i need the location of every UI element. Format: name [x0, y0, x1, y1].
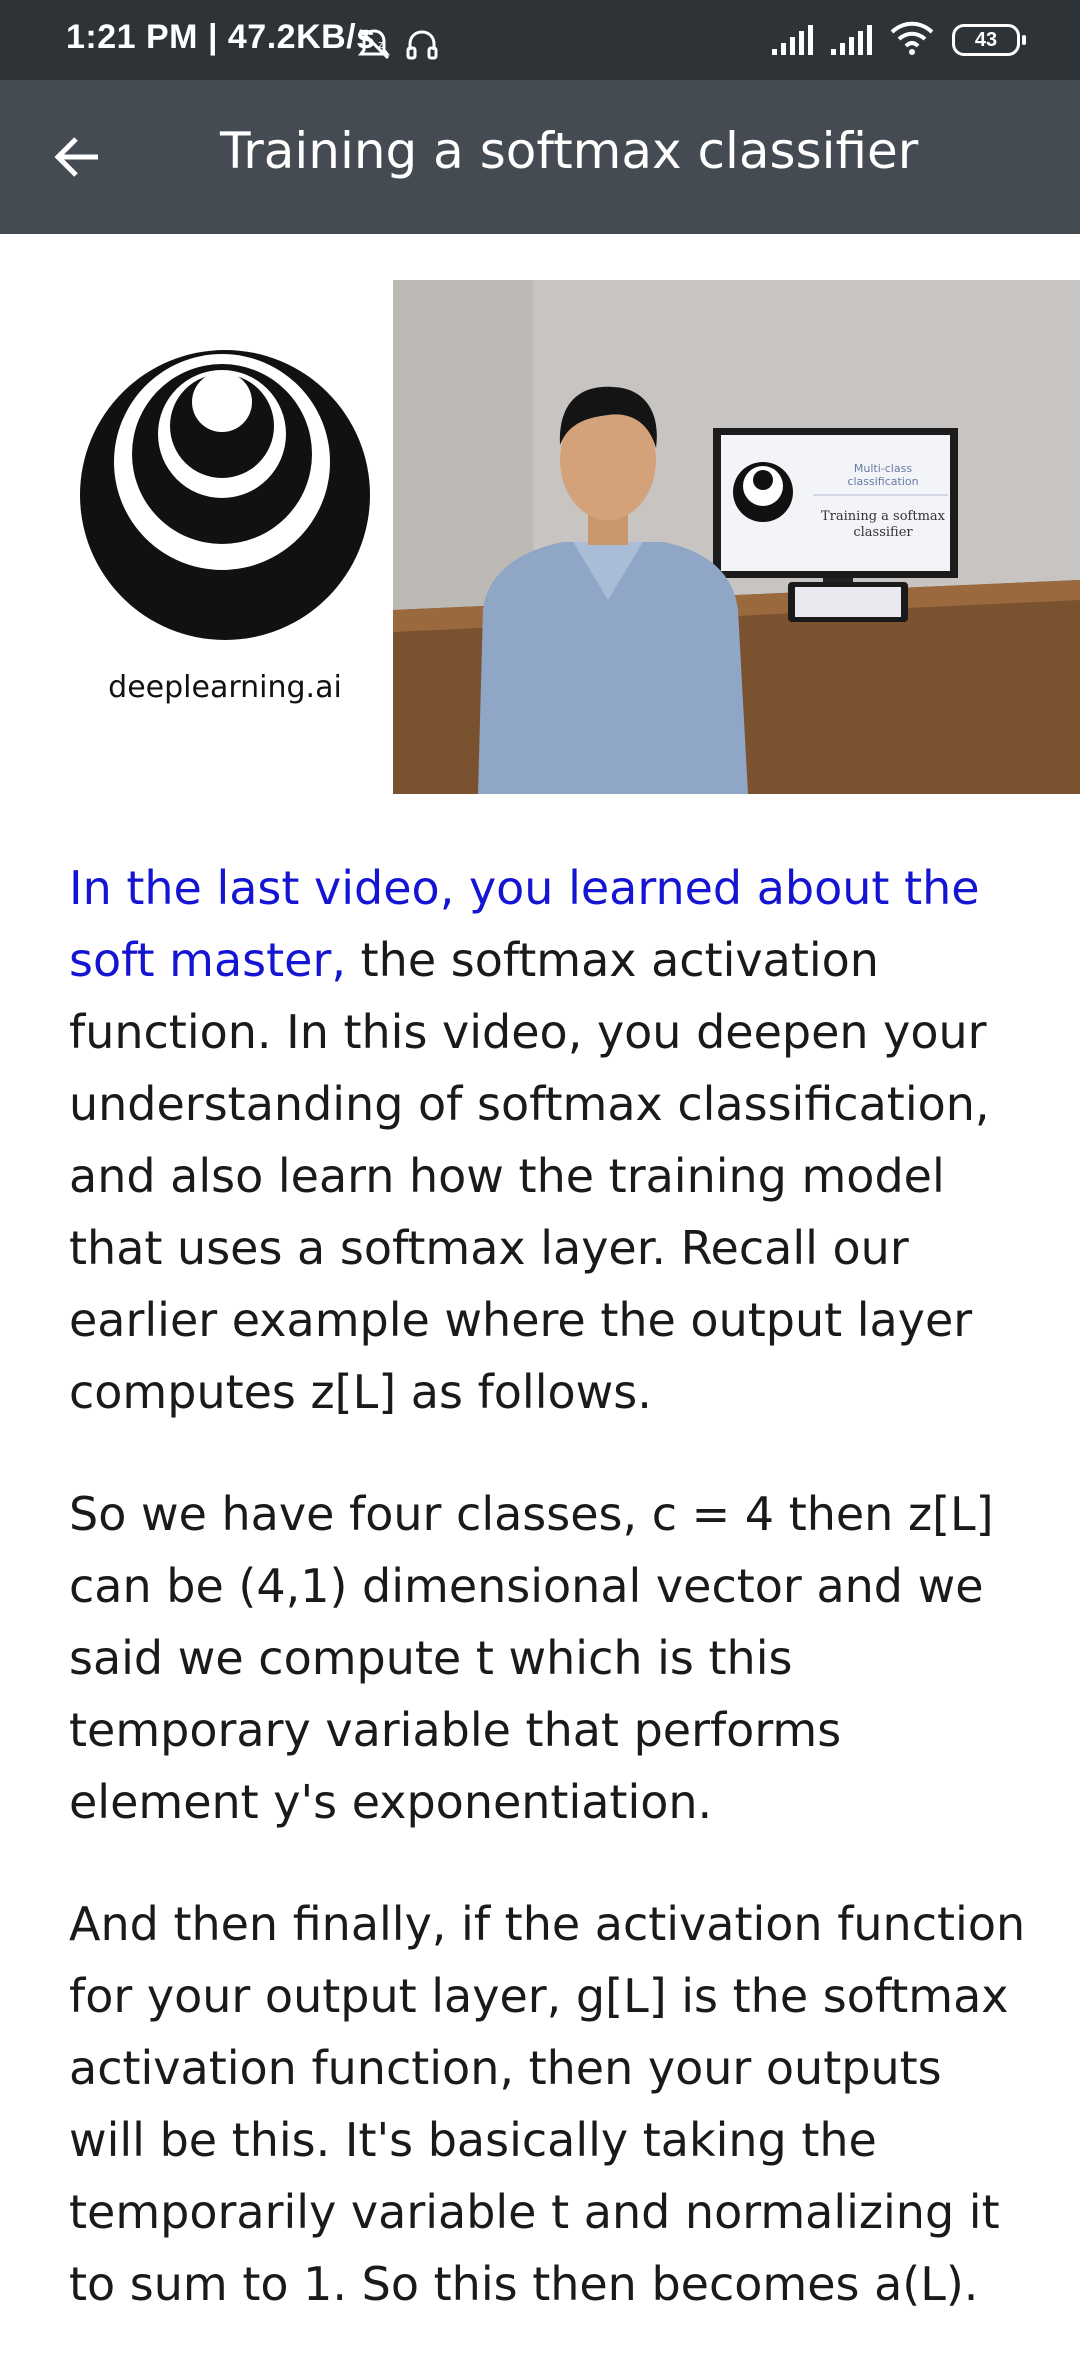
svg-text:classification: classification [847, 475, 918, 488]
status-icons: 43 [772, 18, 1026, 62]
transcript-paragraph[interactable]: And then finally, if the activation func… [69, 1888, 1029, 2320]
lecture-header-image: deeplearning.ai Multi-class classificati… [0, 280, 1080, 794]
transcript: In the last video, you learned about the… [69, 852, 1029, 2370]
transcript-text[interactable]: the softmax activation function. In this… [69, 933, 990, 1419]
wifi-icon [890, 20, 934, 61]
page-title: Training a softmax classifier [220, 122, 919, 180]
back-button[interactable] [40, 120, 114, 194]
svg-text:Multi-class: Multi-class [854, 462, 912, 475]
svg-text:Training a softmax: Training a softmax [821, 509, 946, 524]
arrow-left-icon [54, 137, 98, 177]
transcript-paragraph: In the last video, you learned about the… [69, 852, 1029, 1428]
status-time-speed: 1:21 PM | 47.2KB/s [66, 18, 376, 56]
signal-icon [772, 25, 813, 55]
deeplearning-logo-icon [80, 350, 370, 640]
transcript-paragraph[interactable]: So we have four classes, c = 4 then z[L]… [69, 1478, 1029, 1838]
svg-text:z: z [378, 38, 384, 51]
alarm-off-icon: z [356, 26, 392, 67]
signal-icon [831, 25, 872, 55]
deeplearning-logo: deeplearning.ai [60, 280, 390, 794]
logo-text: deeplearning.ai [108, 670, 342, 705]
battery-icon: 43 [952, 24, 1026, 56]
video-player[interactable]: Multi-class classification Training a so… [393, 280, 1080, 794]
headset-icon [404, 26, 440, 67]
status-bar: 1:21 PM | 47.2KB/s z 43 [0, 0, 1080, 80]
battery-level: 43 [974, 29, 998, 51]
svg-text:classifier: classifier [853, 525, 913, 540]
app-bar: Training a softmax classifier [0, 80, 1080, 234]
video-frame-image: Multi-class classification Training a so… [393, 280, 1080, 794]
